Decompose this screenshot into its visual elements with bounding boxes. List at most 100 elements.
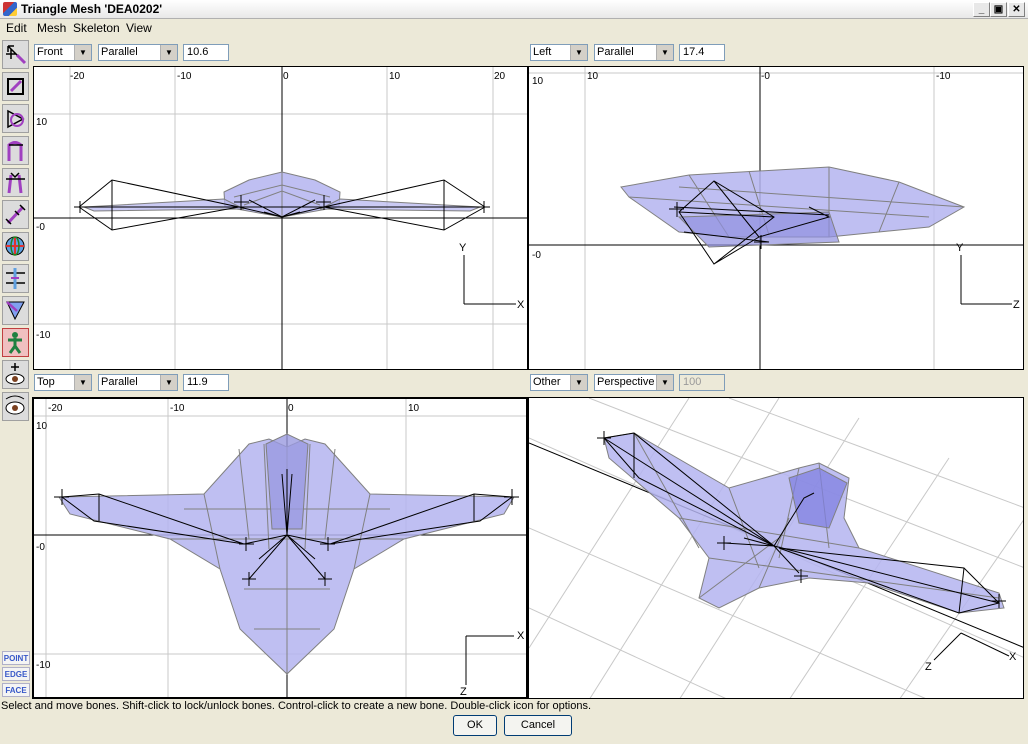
globe-icon bbox=[5, 236, 25, 256]
left-projection-value: Parallel bbox=[597, 46, 634, 58]
minimize-button[interactable]: _ bbox=[973, 2, 990, 17]
move-bones-tool[interactable] bbox=[2, 40, 29, 69]
edge-mode-button[interactable]: EDGE bbox=[2, 667, 30, 681]
left-axis-v-label: Y bbox=[956, 242, 964, 254]
orbit-view-icon bbox=[5, 395, 25, 415]
chevron-down-icon: ▼ bbox=[160, 45, 177, 60]
left-projection-select[interactable]: Parallel ▼ bbox=[594, 44, 674, 61]
menu-mesh[interactable]: Mesh bbox=[37, 21, 66, 35]
triangle-select-tool[interactable] bbox=[2, 296, 29, 325]
front-axis-h-label: X bbox=[517, 299, 525, 311]
pan-view-tool[interactable] bbox=[2, 360, 29, 389]
scale-bone-tool[interactable] bbox=[2, 168, 29, 197]
front-xtick: 0 bbox=[283, 71, 289, 82]
bend-bone-icon bbox=[7, 141, 23, 161]
top-projection-value: Parallel bbox=[101, 376, 138, 388]
chevron-down-icon: ▼ bbox=[656, 45, 673, 60]
front-axis-gizmo bbox=[463, 255, 516, 305]
rotate-bone-icon bbox=[7, 109, 25, 129]
menu-bar: Edit Mesh Skeleton View bbox=[0, 19, 1028, 37]
other-view-value: Other bbox=[533, 376, 561, 388]
close-button[interactable]: ✕ bbox=[1008, 2, 1025, 17]
front-projection-value: Parallel bbox=[101, 46, 138, 58]
front-viewport[interactable]: -20 -10 0 10 20 10 -0 -10 Y X bbox=[33, 66, 528, 370]
left-xtick: -10 bbox=[936, 71, 951, 82]
chevron-down-icon: ▼ bbox=[74, 375, 91, 390]
perspective-axis-v-label: Z bbox=[925, 661, 932, 673]
app-icon bbox=[3, 2, 17, 16]
top-ytick: -10 bbox=[36, 660, 51, 671]
top-axis-v-label: Z bbox=[460, 686, 467, 697]
select-vertices-icon bbox=[7, 78, 24, 95]
chevron-down-icon: ▼ bbox=[656, 375, 673, 390]
align-bones-icon bbox=[6, 268, 25, 289]
other-view-select[interactable]: Other ▼ bbox=[530, 374, 588, 391]
front-view-select[interactable]: Front ▼ bbox=[34, 44, 92, 61]
rotate-bone-tool[interactable] bbox=[2, 104, 29, 133]
skeleton-figure-icon bbox=[8, 332, 22, 354]
orbit-view-tool[interactable] bbox=[2, 392, 29, 421]
top-ytick: -0 bbox=[36, 542, 45, 553]
top-axis-h-label: X bbox=[517, 630, 525, 642]
skeleton-figure-tool[interactable] bbox=[2, 328, 29, 357]
top-projection-select[interactable]: Parallel ▼ bbox=[98, 374, 178, 391]
perspective-viewport[interactable]: X Z bbox=[528, 397, 1024, 699]
left-axis-h-label: Z bbox=[1013, 299, 1020, 311]
ok-button[interactable]: OK bbox=[453, 715, 497, 736]
other-projection-value: Perspective bbox=[597, 376, 655, 388]
left-ytick: -0 bbox=[532, 250, 541, 261]
top-viewport[interactable]: -20 -10 0 10 10 -0 -10 X Z bbox=[32, 397, 528, 699]
front-view-value: Front bbox=[37, 46, 63, 58]
face-mode-button[interactable]: FACE bbox=[2, 683, 30, 697]
cancel-button[interactable]: Cancel bbox=[504, 715, 572, 736]
left-mesh bbox=[620, 166, 966, 248]
point-mode-button[interactable]: POINT bbox=[2, 651, 30, 665]
front-projection-select[interactable]: Parallel ▼ bbox=[98, 44, 178, 61]
menu-edit[interactable]: Edit bbox=[6, 21, 27, 35]
top-xtick: -10 bbox=[170, 403, 185, 414]
perspective-axis-h-label: X bbox=[1009, 651, 1017, 663]
top-view-value: Top bbox=[37, 376, 55, 388]
left-xtick: 10 bbox=[587, 71, 599, 82]
status-text: Select and move bones. Shift-click to lo… bbox=[1, 700, 592, 712]
top-axis-gizmo bbox=[465, 635, 514, 685]
title-bar: Triangle Mesh 'DEA0202' _ ▣ ✕ bbox=[0, 0, 1028, 19]
left-view-select[interactable]: Left ▼ bbox=[530, 44, 588, 61]
top-xtick: 0 bbox=[288, 403, 294, 414]
top-xtick: 10 bbox=[408, 403, 420, 414]
globe-tool[interactable] bbox=[2, 232, 29, 261]
menu-skeleton[interactable]: Skeleton bbox=[73, 21, 120, 35]
align-bones-tool[interactable] bbox=[2, 264, 29, 293]
stretch-bone-tool[interactable] bbox=[2, 200, 29, 229]
other-zoom-field: 100 bbox=[679, 374, 725, 391]
bend-bone-tool[interactable] bbox=[2, 136, 29, 165]
left-axis-gizmo bbox=[960, 255, 1012, 305]
maximize-button[interactable]: ▣ bbox=[990, 2, 1007, 17]
front-axis-v-label: Y bbox=[459, 242, 467, 254]
chevron-down-icon: ▼ bbox=[570, 375, 587, 390]
move-bones-icon bbox=[6, 45, 27, 65]
left-xtick: -0 bbox=[761, 71, 770, 82]
top-view-select[interactable]: Top ▼ bbox=[34, 374, 92, 391]
top-zoom-field[interactable]: 11.9 bbox=[183, 374, 229, 391]
window-title: Triangle Mesh 'DEA0202' bbox=[21, 2, 163, 16]
front-ytick: -10 bbox=[36, 330, 51, 341]
chevron-down-icon: ▼ bbox=[570, 45, 587, 60]
triangle-select-icon bbox=[6, 301, 25, 321]
select-vertices-tool[interactable] bbox=[2, 72, 29, 101]
other-projection-select[interactable]: Perspective ▼ bbox=[594, 374, 674, 391]
left-zoom-field[interactable]: 17.4 bbox=[679, 44, 725, 61]
scale-bone-icon bbox=[6, 172, 25, 194]
pan-view-icon bbox=[5, 363, 25, 385]
front-xtick: 10 bbox=[389, 71, 401, 82]
stretch-bone-icon bbox=[5, 204, 26, 225]
front-mesh bbox=[83, 171, 481, 218]
front-xtick: -20 bbox=[70, 71, 85, 82]
left-viewport[interactable]: 10 -0 -10 10 -0 Y Z bbox=[528, 66, 1024, 370]
chevron-down-icon: ▼ bbox=[160, 375, 177, 390]
front-ytick: -0 bbox=[36, 222, 45, 233]
menu-view[interactable]: View bbox=[126, 21, 152, 35]
front-ytick: 10 bbox=[36, 117, 48, 128]
top-ytick: 10 bbox=[36, 421, 48, 432]
front-zoom-field[interactable]: 10.6 bbox=[183, 44, 229, 61]
